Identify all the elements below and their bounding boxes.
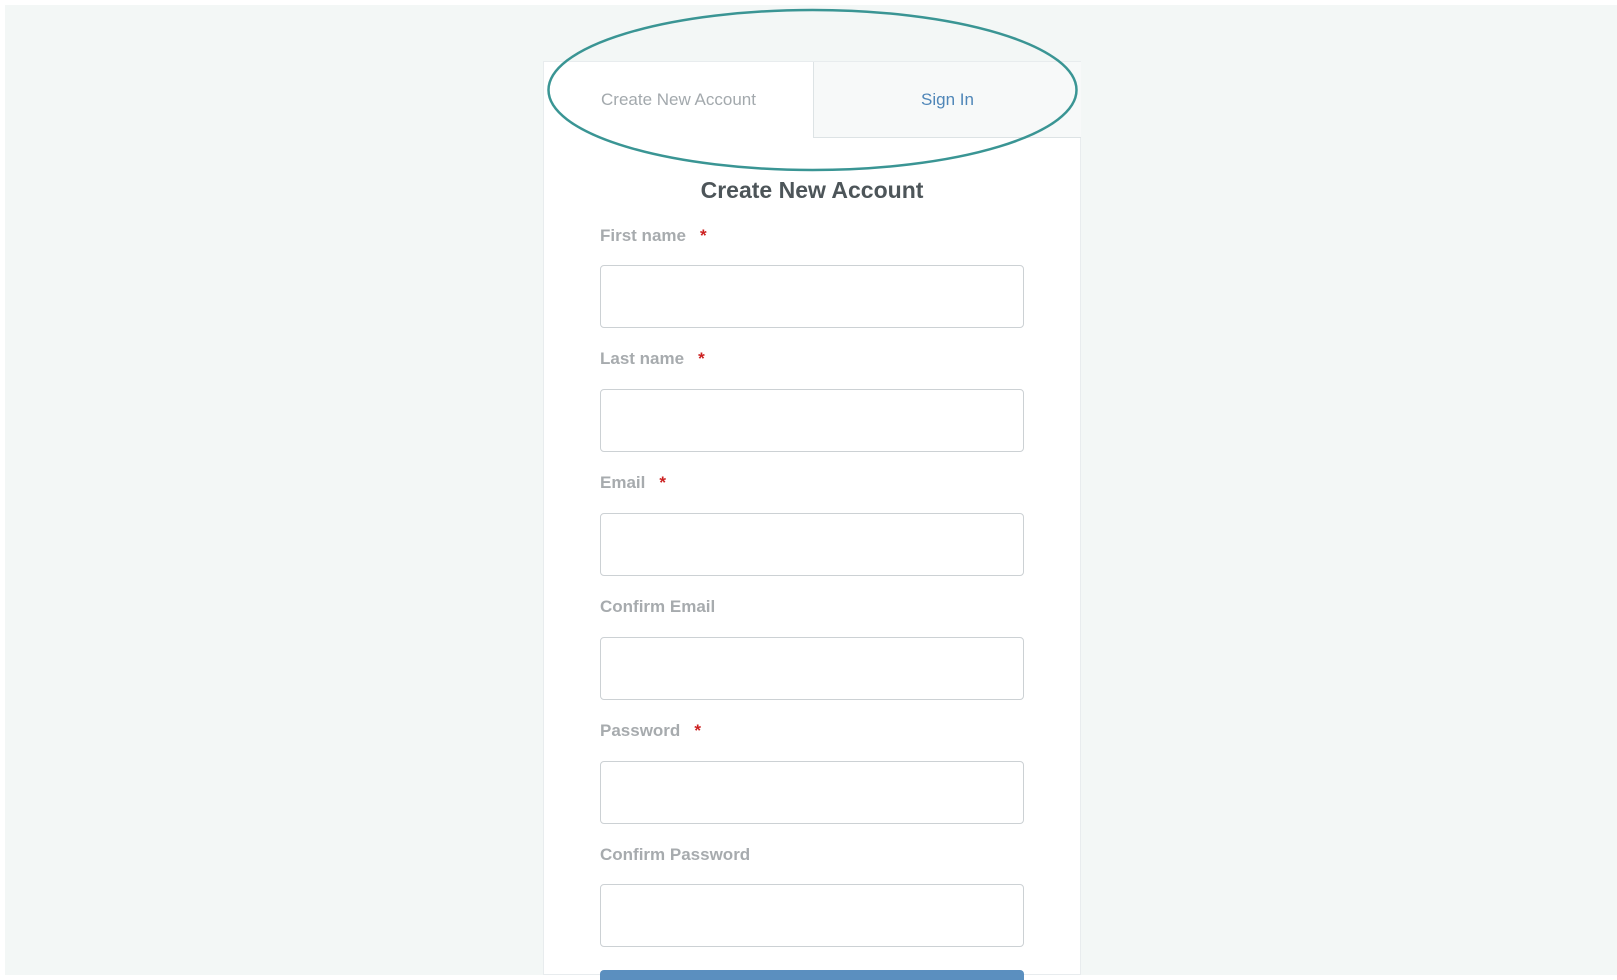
tab-create-new-account-label: Create New Account [601,90,756,109]
email-label-text: Email [600,473,646,492]
confirm-email-label: Confirm Email [600,597,715,617]
confirm-email-input[interactable] [600,637,1024,700]
email-input[interactable] [600,513,1024,576]
account-tabs: Create New Account Sign In [544,62,1081,138]
required-marker: * [699,226,707,245]
tab-create-new-account[interactable]: Create New Account [544,62,813,138]
password-label-text: Password [600,721,681,740]
account-form-card: Create New Account Sign In Create New Ac… [543,61,1081,980]
form-title: Create New Account [700,177,924,203]
first-name-label-text: First name [600,226,686,245]
confirm-password-label: Confirm Password [600,845,750,865]
tab-sign-in-label: Sign In [921,89,974,109]
email-label: Email * [600,473,666,493]
last-name-input[interactable] [600,389,1024,452]
required-marker: * [698,349,705,368]
confirm-email-label-text: Confirm Email [600,597,716,616]
required-marker: * [694,721,701,740]
password-label: Password * [600,721,701,741]
last-name-label-text: Last name [600,349,685,368]
confirm-password-label-text: Confirm Password [600,845,751,864]
first-name-input[interactable] [600,265,1024,328]
first-name-label: First name * [600,226,707,246]
create-account-submit-button[interactable] [600,970,1024,980]
password-input[interactable] [600,761,1024,824]
tab-sign-in[interactable]: Sign In [813,62,1081,138]
required-marker: * [659,473,666,492]
confirm-password-input[interactable] [600,884,1024,947]
last-name-label: Last name * [600,349,705,369]
